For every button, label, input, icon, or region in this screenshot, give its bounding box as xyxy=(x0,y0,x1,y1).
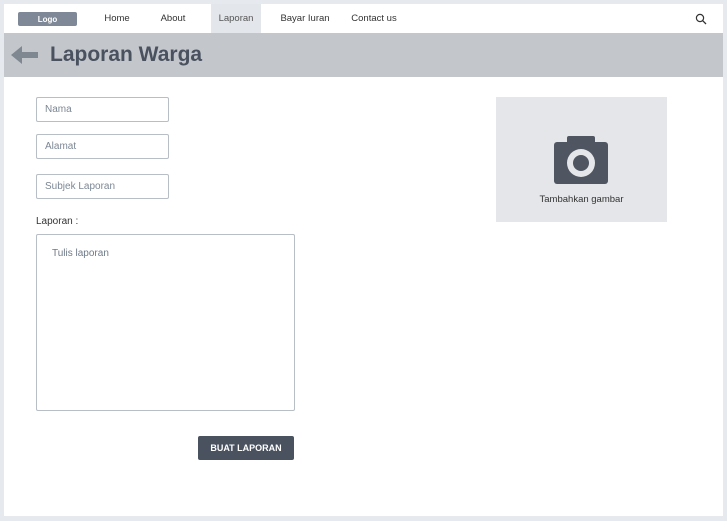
top-nav: Logo Home About Laporan Bayar Iuran Cont… xyxy=(4,4,723,33)
camera-icon xyxy=(554,136,608,184)
page-title: Laporan Warga xyxy=(50,43,203,66)
laporan-label: Laporan : xyxy=(36,216,79,227)
laporan-textarea[interactable]: Tulis laporan xyxy=(36,234,295,411)
nav-item-laporan[interactable]: Laporan xyxy=(211,4,261,33)
nav-item-about[interactable]: About xyxy=(150,4,196,33)
buat-laporan-button[interactable]: BUAT LAPORAN xyxy=(198,436,294,460)
nav-item-home[interactable]: Home xyxy=(94,4,140,33)
subjek-laporan-input[interactable]: Subjek Laporan xyxy=(36,174,169,199)
back-arrow-icon[interactable] xyxy=(11,45,39,65)
nav-item-contact-us[interactable]: Contact us xyxy=(348,4,400,33)
page-frame: Logo Home About Laporan Bayar Iuran Cont… xyxy=(4,4,723,516)
logo[interactable]: Logo xyxy=(18,12,77,26)
nav-item-bayar-iuran[interactable]: Bayar Iuran xyxy=(276,4,334,33)
add-image-caption: Tambahkan gambar xyxy=(539,194,624,205)
nama-input[interactable]: Nama xyxy=(36,97,169,122)
page-header: Laporan Warga xyxy=(4,33,723,77)
alamat-input[interactable]: Alamat xyxy=(36,134,169,159)
add-image-dropzone[interactable]: Tambahkan gambar xyxy=(496,97,667,222)
search-icon[interactable] xyxy=(695,13,707,25)
